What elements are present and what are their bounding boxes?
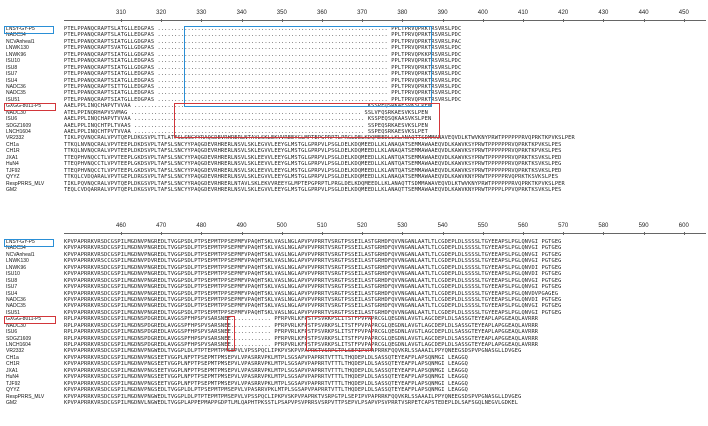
highlight-box-name (4, 239, 54, 247)
sequence-residues: KPVPAPRRKVRSDCGSPILMGDNVLNGWEDLTVGGPLAPP… (64, 399, 519, 406)
sequence-row: GM2 KPVPAPRRKVRSDCGSPILMGDNVLNGWEDLTVGGPL… (0, 400, 708, 406)
position-tick-label: 440 (638, 10, 649, 16)
position-ruler-top: 310 320 330 340 350 360 370 380 390 400 410 420 430 4… (0, 0, 708, 24)
position-tick (603, 19, 605, 22)
sequence-name: GM2 (6, 399, 17, 406)
position-tick (442, 232, 444, 235)
position-tick-label: 340 (236, 10, 247, 16)
position-tick (683, 19, 685, 22)
position-tick (442, 19, 444, 22)
highlight-box-deletion-region (306, 316, 372, 351)
position-tick-label: 550 (477, 223, 488, 229)
position-tick (161, 232, 163, 235)
position-tick-label: 420 (558, 10, 569, 16)
highlight-box-conserved-region (184, 26, 432, 107)
position-tick-label: 590 (638, 223, 649, 229)
position-tick-label: 530 (397, 223, 408, 229)
position-tick (643, 19, 645, 22)
position-tick-label: 430 (598, 10, 609, 16)
position-tick-label: 450 (678, 10, 689, 16)
position-tick-label: 500 (276, 223, 287, 229)
position-tick (643, 232, 645, 235)
position-tick-label: 410 (517, 10, 529, 16)
position-tick (402, 19, 404, 22)
sequence-name: GM2 (6, 186, 17, 193)
position-tick-label: 360 (316, 10, 328, 16)
position-tick (241, 232, 243, 235)
position-tick (523, 19, 524, 22)
sequence-row: GM2 TEQLCVDQARRALVPVTQEPLDKGSVPLTAFSLSNCY… (0, 187, 708, 193)
position-tick (523, 232, 524, 235)
position-tick (201, 232, 203, 235)
position-tick (402, 232, 404, 235)
position-tick-label: 330 (196, 10, 207, 16)
position-tick (603, 232, 605, 235)
position-tick (201, 19, 203, 22)
position-tick-label: 600 (678, 223, 689, 229)
position-tick-label: 490 (236, 223, 247, 229)
position-tick-label: 480 (196, 223, 207, 229)
position-tick (121, 232, 122, 235)
highlight-box-name (4, 316, 56, 324)
position-tick-label: 540 (437, 223, 448, 229)
highlight-box-residue (227, 316, 235, 351)
position-tick-label: 380 (397, 10, 408, 16)
position-tick-label: 580 (598, 223, 609, 229)
position-tick (121, 19, 122, 22)
position-tick-label: 370 (357, 10, 368, 16)
position-tick (563, 232, 565, 235)
alignment-block-top: 310 320 330 340 350 360 370 380 390 400 410 420 430 4… (0, 0, 708, 213)
position-tick-label: 400 (477, 10, 488, 16)
position-tick (281, 232, 283, 235)
alignment-block-bottom: 460 470 480 490 500 510 520 530 540 550 560 570 580 5… (0, 213, 708, 426)
position-tick-label: 510 (316, 223, 328, 229)
position-tick (322, 19, 323, 22)
position-tick (683, 232, 685, 235)
position-tick-label: 570 (558, 223, 569, 229)
sequence-residues: TEQLCVDQARRALVPVTQEPLDKGSVPLTAFSLSNCYYPA… (64, 186, 562, 193)
highlight-box-name (4, 103, 56, 111)
position-tick-label: 390 (437, 10, 448, 16)
highlight-box-name (4, 26, 54, 34)
position-tick (563, 19, 565, 22)
position-tick-label: 310 (115, 10, 127, 16)
position-tick (482, 232, 484, 235)
position-tick (482, 19, 484, 22)
position-tick-label: 320 (156, 10, 167, 16)
position-ruler-bottom: 460 470 480 490 500 510 520 530 540 550 560 570 580 5… (0, 213, 708, 237)
position-tick-label: 560 (517, 223, 529, 229)
position-tick (161, 19, 163, 22)
position-tick (362, 19, 364, 22)
position-tick (241, 19, 243, 22)
position-tick (281, 19, 283, 22)
highlight-box-deletion-region (174, 103, 440, 138)
position-tick (362, 232, 364, 235)
position-tick-label: 350 (276, 10, 287, 16)
position-tick-label: 460 (115, 223, 127, 229)
position-tick-label: 520 (357, 223, 368, 229)
position-tick-label: 470 (156, 223, 167, 229)
position-tick (322, 232, 323, 235)
